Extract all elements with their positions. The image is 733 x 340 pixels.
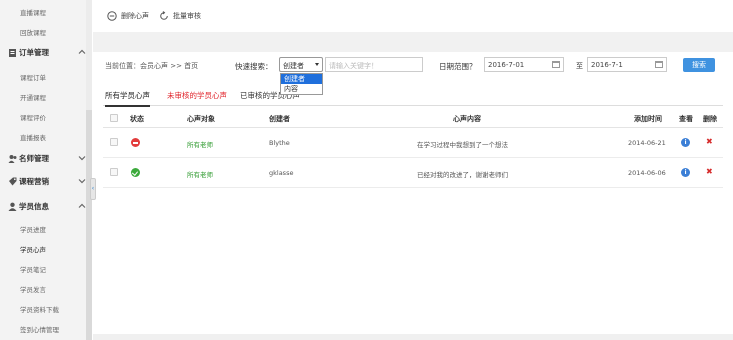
clipboard-icon (8, 48, 17, 57)
header-view: 查看 (679, 115, 693, 123)
row-checkbox[interactable] (110, 138, 118, 146)
info-icon[interactable]: i (681, 168, 690, 177)
header-time: 添加时间 (634, 115, 662, 123)
header-target: 心声对象 (187, 115, 215, 123)
status-rejected-icon (131, 138, 140, 147)
tag-icon (8, 177, 17, 186)
sidebar-item-course-review[interactable]: 课程评价 (20, 112, 46, 122)
sidebar-item-checkin-mood[interactable]: 签到心情管理 (20, 324, 59, 334)
sidebar-item-live-report[interactable]: 直播报表 (20, 132, 46, 142)
sidebar-group-teachers[interactable]: 名师管理 (8, 151, 86, 165)
sidebar-item-student-speech[interactable]: 学员发言 (20, 284, 46, 294)
user-icon (8, 202, 17, 211)
sidebar-scrollbar[interactable] (86, 0, 92, 340)
refresh-icon (159, 11, 169, 21)
row-time: 2014-06-21 (628, 139, 666, 147)
select-value: 创建者 (283, 62, 304, 70)
row-creator: Blythe (269, 139, 290, 147)
chevron-down-icon[interactable] (78, 177, 86, 185)
quick-search-label: 快速搜索： (235, 62, 273, 71)
row-time: 2014-06-06 (628, 169, 666, 177)
main-content: 删除心声 批量审核 当前位置：会员心声 >> 首页 快速搜索： 创建者 请输入关… (93, 0, 733, 340)
table-row[interactable]: 所有老师 gklasse 已经对我的改进了，谢谢老师们 2014-06-06 i… (103, 158, 723, 188)
horizontal-scrollbar[interactable] (93, 334, 733, 340)
date-range-label: 日期范围？ (439, 62, 477, 71)
filter-bar: 当前位置：会员心声 >> 首页 快速搜索： 创建者 请输入关键字！ 日期范围？ … (93, 52, 733, 82)
sidebar-item-student-voice[interactable]: 学员心声 (20, 244, 46, 254)
search-field-select[interactable]: 创建者 (279, 57, 323, 72)
sidebar-item-replay[interactable]: 回放课程 (20, 27, 46, 37)
sidebar-group-orders[interactable]: 订单管理 (8, 45, 86, 59)
chevron-down-icon[interactable] (78, 154, 86, 162)
table-row[interactable]: 所有老师 Blythe 在学习过程中我想到了一个想法 2014-06-21 i … (103, 128, 723, 158)
info-icon[interactable]: i (681, 138, 690, 147)
header-delete: 删除 (703, 115, 717, 123)
row-target: 所有老师 (187, 171, 213, 179)
sidebar-item-open-course[interactable]: 开通课程 (20, 92, 46, 102)
sidebar-item-student-progress[interactable]: 学员进度 (20, 224, 46, 234)
search-field-dropdown: 创建者 内容 (280, 73, 323, 95)
sidebar-group-label: 课程营销 (19, 176, 49, 186)
sidebar-group-label: 订单管理 (19, 47, 49, 57)
delete-icon[interactable]: ✖ (706, 167, 713, 176)
sidebar-item-student-downloads[interactable]: 学员资料下载 (20, 304, 59, 314)
sidebar-group-label: 学员信息 (19, 201, 49, 211)
sidebar-group-marketing[interactable]: 课程营销 (8, 174, 86, 188)
batch-review-label: 批量审核 (173, 12, 201, 20)
calendar-icon[interactable] (552, 61, 560, 68)
header-creator: 创建者 (269, 115, 290, 123)
chevron-up-icon[interactable] (78, 48, 86, 56)
sidebar-item-course-orders[interactable]: 课程订单 (20, 72, 46, 82)
delete-voice-button[interactable]: 删除心声 (107, 11, 149, 21)
sidebar-item-student-notes[interactable]: 学员笔记 (20, 264, 46, 274)
select-all-checkbox[interactable] (110, 114, 118, 122)
date-to-value: 2016-7-1 (591, 61, 623, 69)
voice-tabs: 所有学员心声 未审核的学员心声 已审核的学员心声 (103, 88, 723, 107)
caret-down-icon (315, 63, 319, 66)
sidebar: 直播课程 回放课程 订单管理 课程订单 开通课程 课程评价 直播报表 名师管理 … (0, 0, 92, 340)
sidebar-group-label: 名师管理 (19, 153, 49, 163)
header-content: 心声内容 (453, 115, 481, 123)
delete-voice-label: 删除心声 (121, 12, 149, 20)
minus-circle-icon (107, 11, 117, 21)
tab-unreviewed-voices[interactable]: 未审核的学员心声 (167, 90, 227, 105)
date-from-value: 2016-7-01 (488, 61, 525, 69)
date-from-input[interactable]: 2016-7-01 (484, 57, 564, 72)
header-status: 状态 (130, 115, 144, 123)
row-creator: gklasse (269, 169, 294, 177)
keyword-placeholder: 请输入关键字！ (329, 62, 378, 70)
table-header: 状态 心声对象 创建者 心声内容 添加时间 查看 删除 (103, 108, 723, 128)
toolbar: 删除心声 批量审核 (93, 0, 733, 32)
delete-icon[interactable]: ✖ (706, 137, 713, 146)
date-to-separator: 至 (576, 62, 583, 70)
keyword-input[interactable]: 请输入关键字！ (325, 57, 423, 72)
batch-review-button[interactable]: 批量审核 (159, 11, 201, 21)
sidebar-item-live[interactable]: 直播课程 (20, 7, 46, 17)
row-content: 在学习过程中我想到了一个想法 (417, 141, 508, 149)
sidebar-group-students[interactable]: 学员信息 (8, 199, 86, 213)
dropdown-option-creator[interactable]: 创建者 (281, 74, 322, 84)
row-content: 已经对我的改进了，谢谢老师们 (417, 171, 508, 179)
search-button[interactable]: 搜索 (683, 58, 715, 72)
chevron-up-icon[interactable] (78, 202, 86, 210)
voices-table: 状态 心声对象 创建者 心声内容 添加时间 查看 删除 所有老师 Blythe … (103, 108, 723, 188)
tab-all-voices[interactable]: 所有学员心声 (105, 90, 150, 107)
date-to-input[interactable]: 2016-7-1 (587, 57, 667, 72)
users-icon (8, 154, 17, 163)
status-approved-icon (131, 168, 140, 177)
row-checkbox[interactable] (110, 168, 118, 176)
row-target: 所有老师 (187, 141, 213, 149)
calendar-icon[interactable] (655, 61, 663, 68)
dropdown-option-content[interactable]: 内容 (281, 84, 322, 94)
scrollbar-thumb[interactable] (86, 110, 92, 340)
toolbar-divider (93, 32, 733, 52)
breadcrumb: 当前位置：会员心声 >> 首页 (105, 62, 199, 70)
